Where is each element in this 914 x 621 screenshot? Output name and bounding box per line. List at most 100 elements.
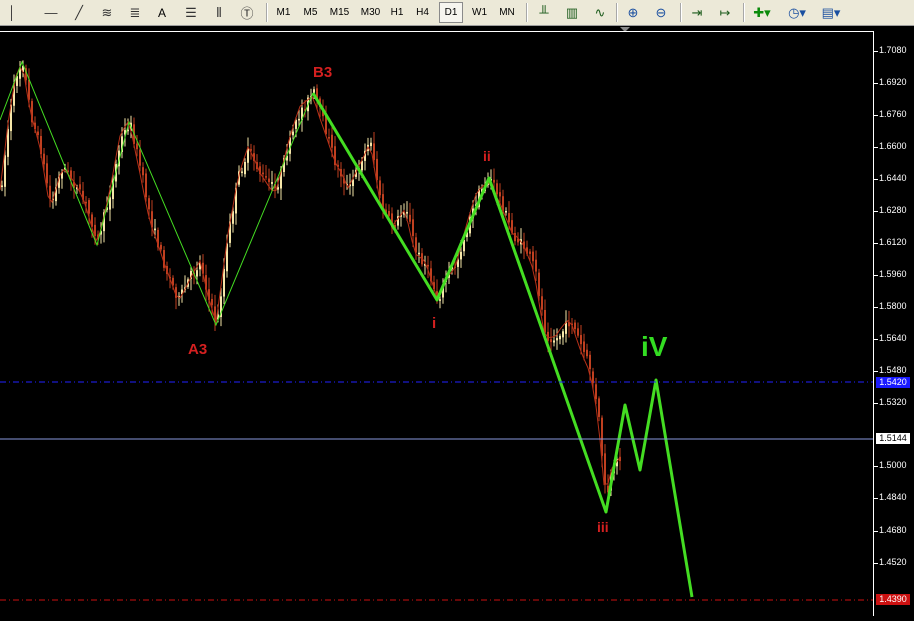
fibonacci-fan-icon[interactable]: ≣ — [124, 2, 146, 23]
candle-body — [415, 237, 417, 253]
candle-body — [370, 142, 372, 147]
candle-body — [160, 244, 162, 250]
fibonacci-time-icon[interactable]: ⦀ — [208, 2, 230, 23]
candle-body — [586, 349, 588, 357]
timeframe-m5[interactable]: M5 — [298, 2, 323, 23]
price-chart[interactable] — [0, 26, 914, 616]
vertical-line-icon[interactable]: │ — [2, 2, 22, 23]
price-axis-tick-mark — [874, 179, 878, 180]
timeframe-m1[interactable]: M1 — [271, 2, 296, 23]
candle-body — [154, 228, 156, 231]
price-axis-tick: 1.5320 — [879, 397, 907, 407]
candle-body — [409, 214, 411, 222]
price-axis-tick-mark — [874, 498, 878, 499]
bar-chart-icon[interactable]: ╨ — [533, 2, 555, 23]
candle-body — [583, 341, 585, 352]
candle-body — [268, 178, 270, 183]
timeframe-h4[interactable]: H4 — [411, 2, 434, 23]
candle-body — [427, 264, 429, 267]
text-icon[interactable]: A — [152, 2, 172, 23]
zigzag-thin-line — [0, 60, 314, 327]
candle-body — [553, 340, 555, 343]
price-axis-tick: 1.6280 — [879, 205, 907, 215]
candle-body — [49, 185, 51, 200]
candle-body — [412, 219, 414, 236]
candle-body — [406, 212, 408, 214]
candle-body — [577, 328, 579, 336]
wave-label-b3: B3 — [313, 64, 333, 81]
candle-body — [139, 149, 141, 166]
price-axis-tick-mark — [874, 531, 878, 532]
timeframe-h1[interactable]: H1 — [386, 2, 408, 23]
candle-body — [460, 251, 462, 260]
price-axis-tick: 1.6440 — [879, 173, 907, 183]
price-axis-tick: 1.5000 — [879, 460, 907, 470]
zoom-in-icon[interactable]: ⊕ — [622, 2, 644, 23]
price-axis-tick-mark — [874, 403, 878, 404]
moving-average-line — [0, 65, 621, 486]
candle-body — [556, 338, 558, 341]
candle-body — [211, 299, 213, 306]
price-axis-tick: 1.5800 — [879, 301, 907, 311]
candle-body — [439, 299, 441, 301]
toolbar-separator — [266, 3, 268, 22]
horizontal-line-icon[interactable]: — — [40, 2, 62, 23]
candle-body — [589, 354, 591, 370]
candle-body — [232, 211, 234, 224]
price-axis-tick: 1.6760 — [879, 109, 907, 119]
timeframe-d1[interactable]: D1 — [439, 2, 463, 23]
candle-body — [493, 179, 495, 183]
candle-body — [598, 398, 600, 417]
wave-label-ii: ii — [483, 148, 491, 164]
wave-label-a3: A3 — [188, 341, 208, 358]
candle-body — [595, 384, 597, 400]
candle-body — [508, 213, 510, 223]
price-axis-tick-mark — [874, 275, 878, 276]
fibonacci-retracement-icon[interactable]: ☰ — [180, 2, 202, 23]
candle-body — [142, 167, 144, 176]
candle-body — [265, 176, 267, 178]
candle-body — [550, 339, 552, 343]
candle-body — [79, 184, 81, 190]
fibonacci-expansion-icon[interactable]: ≋ — [96, 2, 118, 23]
timeframe-m30[interactable]: M30 — [356, 2, 385, 23]
price-axis-tick: 1.7080 — [879, 45, 907, 55]
wave-label-iv: iV — [641, 331, 668, 362]
text-label-icon[interactable]: Ⓣ — [236, 2, 258, 23]
trendline-icon[interactable]: ╱ — [68, 2, 90, 23]
zoom-out-icon[interactable]: ⊖ — [650, 2, 672, 23]
candle-body — [244, 161, 246, 175]
candlestick-icon[interactable]: ▥ — [561, 2, 583, 23]
candle-body — [574, 322, 576, 330]
timeframe-m15[interactable]: M15 — [325, 2, 354, 23]
price-axis-tick-mark — [874, 339, 878, 340]
timeframe-w1[interactable]: W1 — [467, 2, 492, 23]
price-axis-tick: 1.4680 — [879, 525, 907, 535]
overlay-layer — [0, 27, 874, 601]
candle-body — [418, 252, 420, 255]
candle-body — [532, 251, 534, 262]
price-axis-tick: 1.6920 — [879, 77, 907, 87]
templates-icon[interactable]: ▤▾ — [817, 2, 845, 23]
chart-shift-icon[interactable]: ⇥ — [686, 2, 708, 23]
candle-body — [292, 131, 294, 136]
candle-body — [388, 210, 390, 216]
candle-body — [241, 171, 243, 173]
line-chart-icon[interactable]: ∿ — [589, 2, 611, 23]
candle-body — [145, 173, 147, 198]
candle-body — [580, 335, 582, 345]
candle-body — [46, 163, 48, 184]
price-axis-tick-mark — [874, 83, 878, 84]
candle-body — [541, 296, 543, 310]
candle-body — [4, 155, 6, 187]
candle-body — [43, 153, 45, 165]
price-axis-tick-mark — [874, 147, 878, 148]
timeframe-mn[interactable]: MN — [494, 2, 520, 23]
candle-body — [262, 172, 264, 175]
periodicity-icon[interactable]: ◷▾ — [783, 2, 811, 23]
autoscroll-icon[interactable]: ↦ — [714, 2, 736, 23]
price-axis-tick: 1.5640 — [879, 333, 907, 343]
indicators-icon[interactable]: ✚▾ — [749, 2, 775, 23]
candle-body — [196, 270, 198, 277]
toolbar-separator — [743, 3, 745, 22]
